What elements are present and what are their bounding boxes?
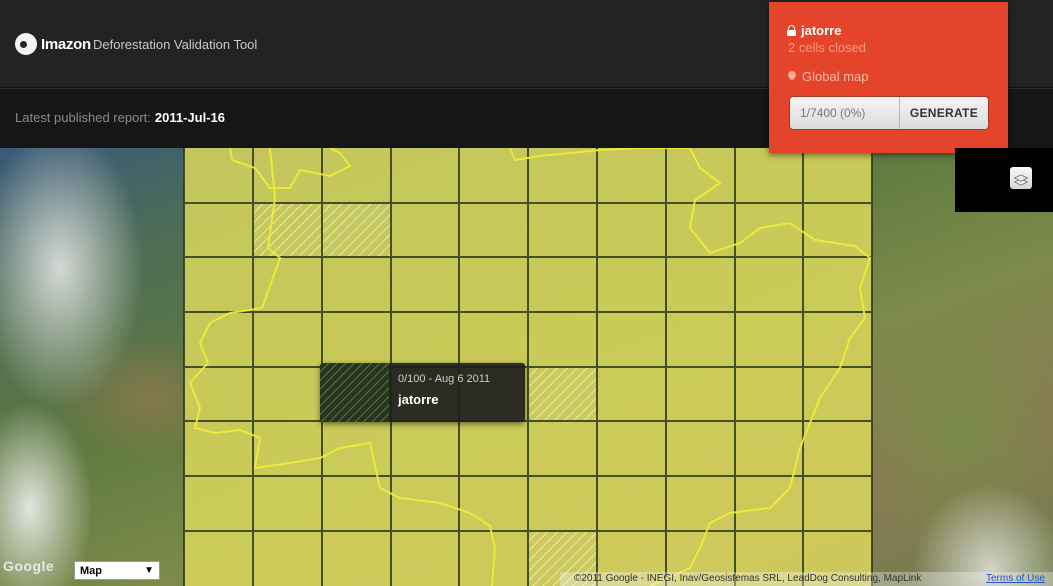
layers-button[interactable] (1010, 167, 1032, 189)
cells-closed-count: 2 cells closed (788, 40, 867, 55)
generate-button[interactable]: GENERATE (898, 97, 988, 129)
report-info: Latest published report: 2011-Jul-16 (15, 110, 225, 125)
lock-icon (787, 25, 796, 36)
google-logo[interactable]: Google (3, 558, 54, 574)
imazon-logo[interactable]: Imazon (15, 33, 91, 55)
chevron-down-icon: ▼ (144, 565, 154, 576)
map-pin-icon (788, 71, 796, 82)
app-root: Imazon Deforestation Validation Tool Lat… (0, 0, 1053, 586)
map-type-value: Map (80, 564, 102, 577)
report-date[interactable]: 2011-Jul-16 (155, 110, 225, 125)
hatched-cell[interactable] (528, 367, 597, 422)
layers-panel (955, 148, 1053, 212)
imazon-logo-icon (15, 33, 37, 55)
app-title: Deforestation Validation Tool (93, 37, 258, 52)
hatched-cell[interactable] (253, 203, 322, 258)
cell-tooltip[interactable]: 0/100 - Aug 6 2011 jatorre (320, 363, 525, 422)
tooltip-cell-preview (320, 363, 389, 422)
user-panel: jatorre 2 cells closed Global map 1/7400… (769, 2, 1008, 153)
report-label: Latest published report: (15, 110, 151, 125)
tooltip-user: jatorre (398, 392, 439, 407)
progress-text: 1/7400 (0%) (800, 106, 866, 120)
terms-of-use-link[interactable]: Terms of Use (986, 573, 1045, 584)
map-type-select[interactable]: Map ▼ (74, 561, 160, 580)
layers-icon (1013, 172, 1029, 186)
tooltip-meta: 0/100 - Aug 6 2011 (398, 373, 491, 385)
logo-text: Imazon (41, 35, 91, 53)
global-map-label: Global map (802, 69, 869, 84)
generate-report-control: 1/7400 (0%) GENERATE (789, 96, 989, 130)
map-canvas[interactable] (0, 148, 1053, 586)
user-row[interactable]: jatorre (787, 23, 841, 38)
username[interactable]: jatorre (801, 23, 841, 38)
global-map-link[interactable]: Global map (788, 69, 868, 84)
map-attribution: ©2011 Google - INEGI, Inav/Geosistemas S… (574, 573, 922, 584)
hatched-cell[interactable] (322, 203, 391, 258)
